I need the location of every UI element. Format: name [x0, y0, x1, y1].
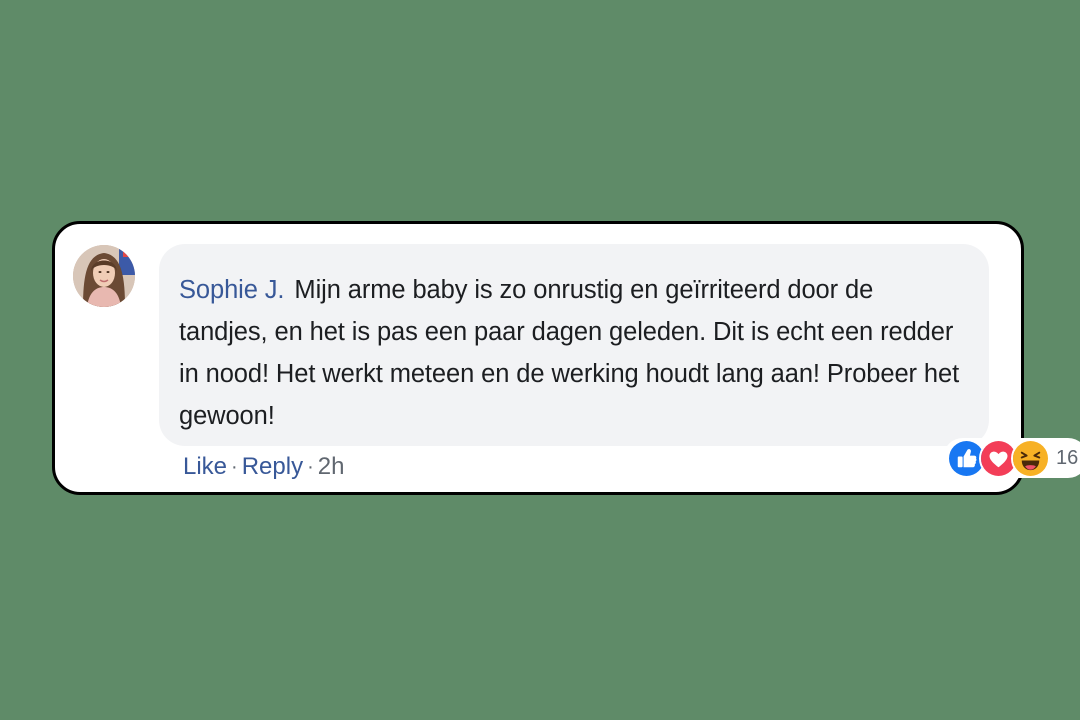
comment-body: Sophie J. Mijn arme baby is zo onrustig e… [179, 269, 963, 437]
reply-link[interactable]: Reply [242, 453, 303, 481]
comment-bubble: Sophie J. Mijn arme baby is zo onrustig e… [159, 244, 1080, 478]
avatar[interactable] [73, 245, 135, 307]
reaction-summary[interactable]: 16 [943, 438, 1080, 478]
comment-actions: Like · Reply · 2h [183, 453, 344, 481]
comment-card: Sophie J. Mijn arme baby is zo onrustig e… [52, 221, 1080, 495]
haha-icon [1011, 438, 1050, 478]
comment-timestamp[interactable]: 2h [318, 453, 345, 481]
separator-dot: · [231, 455, 238, 478]
comment-text: Mijn arme baby is zo onrustig en geïrrit… [179, 276, 960, 430]
like-link[interactable]: Like [183, 453, 227, 481]
comment-author[interactable]: Sophie J. [179, 276, 285, 304]
profile-photo-icon [73, 245, 135, 307]
separator-dot: · [307, 455, 314, 478]
reaction-count: 16 [1056, 446, 1079, 469]
